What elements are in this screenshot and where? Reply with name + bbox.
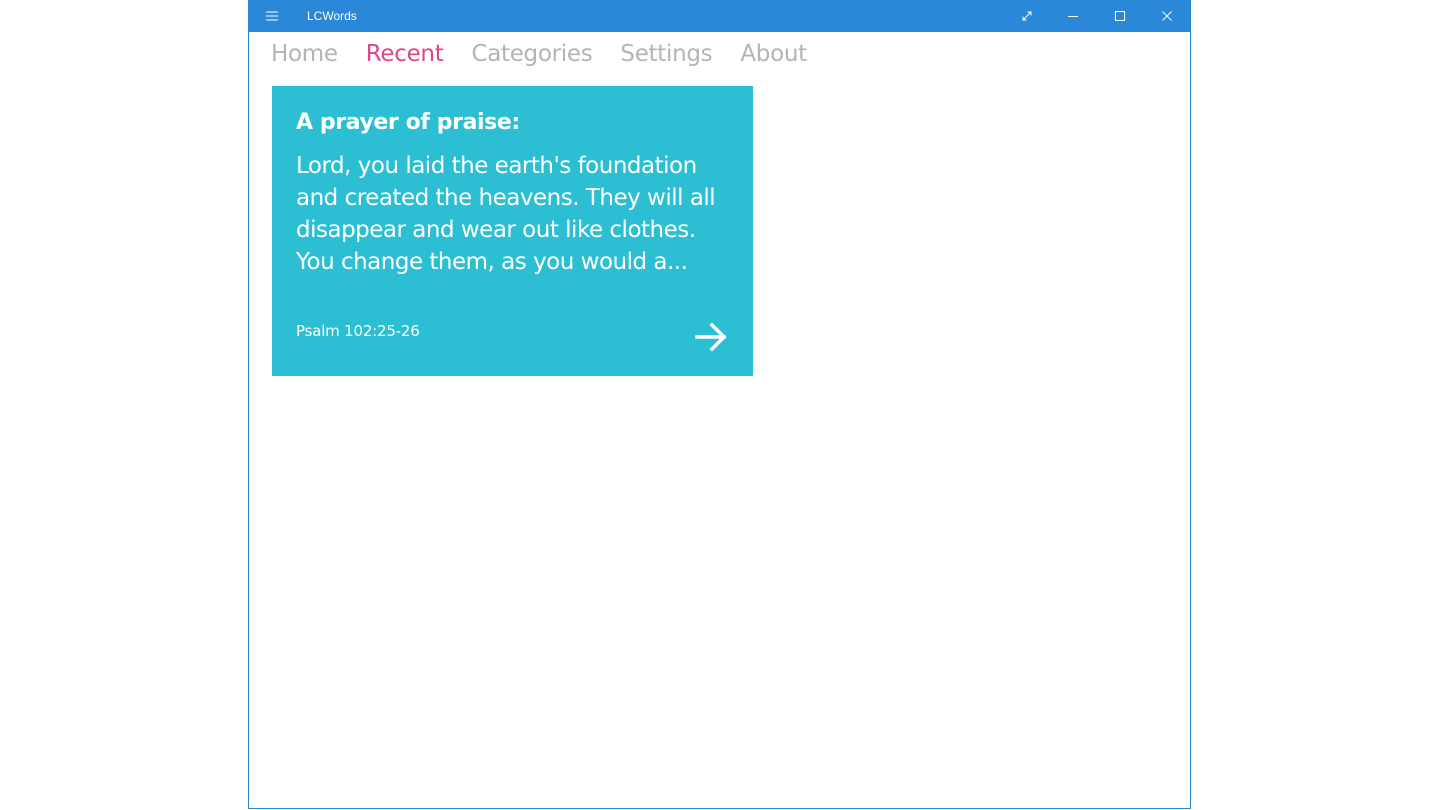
hamburger-icon bbox=[266, 11, 278, 21]
title-bar: LCWords bbox=[249, 0, 1190, 32]
tab-home[interactable]: Home bbox=[271, 41, 338, 67]
maximize-button[interactable] bbox=[1097, 0, 1143, 32]
close-icon bbox=[1162, 11, 1172, 21]
app-window: LCWords Home Recent Categories Settings … bbox=[248, 0, 1191, 809]
pivot-navigation: Home Recent Categories Settings About bbox=[271, 34, 835, 74]
card-verse-text: Lord, you laid the earth's foundation an… bbox=[296, 153, 716, 275]
minimize-icon bbox=[1068, 16, 1078, 17]
verse-card[interactable]: A prayer of praise: Lord, you laid the e… bbox=[272, 86, 753, 376]
card-title: A prayer of praise: bbox=[296, 110, 520, 135]
tab-recent[interactable]: Recent bbox=[366, 41, 444, 67]
hamburger-menu-button[interactable] bbox=[249, 0, 295, 32]
expand-icon bbox=[1022, 11, 1032, 21]
tab-categories[interactable]: Categories bbox=[471, 41, 592, 67]
app-title: LCWords bbox=[307, 9, 357, 23]
maximize-icon bbox=[1115, 11, 1125, 21]
minimize-button[interactable] bbox=[1050, 0, 1096, 32]
tab-about[interactable]: About bbox=[740, 41, 807, 67]
fullscreen-button[interactable] bbox=[1004, 0, 1050, 32]
card-reference: Psalm 102:25-26 bbox=[296, 322, 420, 340]
tab-settings[interactable]: Settings bbox=[620, 41, 712, 67]
arrow-right-icon[interactable] bbox=[694, 322, 728, 352]
close-button[interactable] bbox=[1144, 0, 1190, 32]
